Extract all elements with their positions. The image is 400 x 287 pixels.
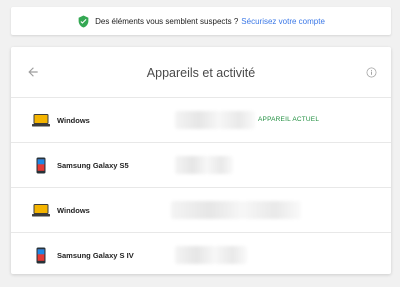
laptop-icon [32,112,50,128]
device-row[interactable]: Windows APPAREIL ACTUEL [11,97,391,142]
laptop-icon [32,202,50,218]
arrow-back-icon[interactable] [26,65,40,79]
security-banner: Des éléments vous semblent suspects ? Sé… [11,7,391,35]
device-row[interactable]: Samsung Galaxy S IV [11,232,391,277]
page-title: Appareils et activité [146,66,256,80]
info-icon[interactable] [366,65,377,78]
banner-text: Des éléments vous semblent suspects ? [95,16,239,26]
device-location-redacted [175,246,247,264]
shield-check-icon [77,15,90,28]
secure-account-link[interactable]: Sécurisez votre compte [241,17,325,26]
devices-card: Appareils et activité Windows APPAREIL A… [11,47,391,274]
device-name: Windows [57,115,90,125]
device-row[interactable]: Windows [11,187,391,232]
phone-icon [32,247,50,263]
device-row[interactable]: Samsung Galaxy S5 [11,142,391,187]
device-location-redacted [175,156,233,174]
device-location-redacted [175,111,255,129]
card-header: Appareils et activité [11,47,391,97]
current-device-badge: APPAREIL ACTUEL [258,116,320,123]
device-name: Samsung Galaxy S5 [57,160,129,170]
device-name: Windows [57,205,90,215]
device-name: Samsung Galaxy S IV [57,250,134,260]
phone-icon [32,157,50,173]
device-location-redacted [171,201,301,219]
